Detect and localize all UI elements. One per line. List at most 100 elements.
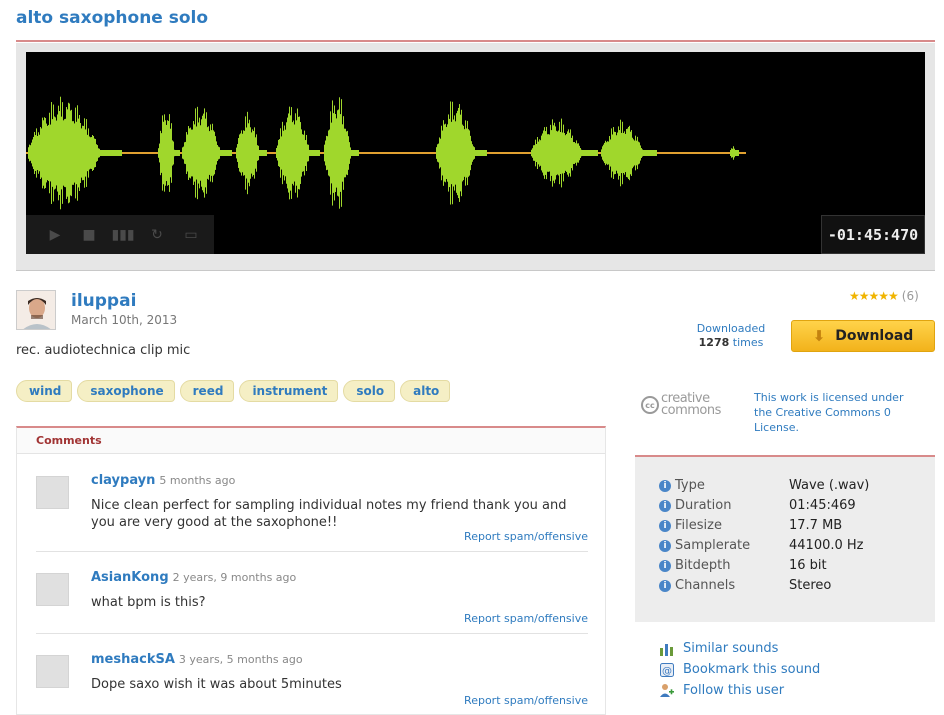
similar-sounds-label[interactable]: Similar sounds	[683, 641, 778, 656]
waveform-bar	[595, 150, 596, 156]
waveform-bar	[554, 122, 555, 184]
waveform-bar	[464, 129, 465, 177]
waveform-bar	[61, 116, 62, 190]
uploader-name[interactable]: iluppai	[71, 291, 136, 311]
waveform-bar	[308, 144, 309, 162]
downloaded-number: 1278	[698, 336, 730, 349]
tag-saxophone[interactable]: saxophone	[77, 380, 175, 402]
commenter-name[interactable]: claypayn 5 months ago	[91, 473, 235, 488]
license-text[interactable]: This work is licensed under the Creative…	[754, 390, 919, 435]
waveform-bar	[57, 114, 58, 192]
waveform-bar	[647, 150, 648, 156]
waveform-bar	[627, 128, 628, 178]
waveform-bar	[283, 130, 284, 176]
waveform-bar	[34, 131, 35, 175]
waveform-bar	[351, 150, 352, 156]
zoom-icon[interactable]: ▭	[174, 220, 208, 250]
waveform-bar	[588, 150, 589, 156]
info-row-bitdepth: i Bitdepth 16 bit	[659, 558, 827, 573]
waveform-bar	[443, 120, 444, 186]
waveform-bar	[118, 150, 119, 156]
waveform-bar	[298, 116, 299, 190]
waveform-bar	[200, 125, 201, 181]
tag-wind[interactable]: wind	[16, 380, 73, 402]
report-spam-link[interactable]: Report spam/offensive	[464, 530, 588, 543]
commenter-name[interactable]: AsianKong 2 years, 9 months ago	[91, 570, 296, 585]
rating-stars-icon[interactable]: ★★★★★	[849, 289, 899, 303]
waveform-bar	[642, 149, 643, 157]
waveform-bar	[589, 150, 590, 156]
commenter-avatar[interactable]	[36, 655, 69, 688]
rating[interactable]: ★★★★★ (6)	[849, 289, 919, 303]
bookmark-label[interactable]: Bookmark this sound	[683, 662, 820, 677]
spectrogram-icon[interactable]: ▮▮▮	[106, 220, 140, 250]
waveform-bar	[242, 133, 243, 173]
creative-commons-logo[interactable]: cc creative commons	[641, 392, 721, 417]
bookmark-link[interactable]: @ Bookmark this sound	[658, 659, 820, 680]
waveform-bar	[465, 120, 466, 186]
waveform-bar	[462, 124, 463, 182]
waveform-bar	[260, 150, 261, 156]
commenter-avatar[interactable]	[36, 476, 69, 509]
report-spam-link[interactable]: Report spam/offensive	[464, 694, 588, 707]
tag-instrument[interactable]: instrument	[239, 380, 339, 402]
waveform-bar	[557, 131, 558, 175]
follow-user-label[interactable]: Follow this user	[683, 683, 784, 698]
waveform-bar	[654, 150, 655, 156]
waveform-bar	[203, 113, 204, 193]
download-button-label: Download	[835, 328, 914, 344]
waveform-bar	[631, 130, 632, 176]
tag-reed[interactable]: reed	[179, 380, 235, 402]
waveform-bar	[266, 150, 267, 156]
waveform-bar	[178, 150, 179, 156]
waveform-bar	[220, 150, 221, 156]
tag-alto[interactable]: alto	[400, 380, 451, 402]
waveform-bar	[556, 130, 557, 176]
stop-icon[interactable]: ■	[72, 220, 106, 250]
waveform-bar	[224, 150, 225, 156]
commenter-avatar[interactable]	[36, 573, 69, 606]
waveform-bar	[478, 150, 479, 156]
waveform-bar	[329, 129, 330, 177]
waveform-bar	[532, 148, 533, 158]
waveform-bar	[358, 150, 359, 156]
follow-user-link[interactable]: Follow this user	[658, 680, 820, 701]
waveform-bar	[39, 134, 40, 172]
sound-actions: Similar sounds @ Bookmark this sound Fol…	[658, 638, 820, 701]
waveform-bar	[652, 150, 653, 156]
info-row-type: i Type Wave (.wav)	[659, 478, 869, 493]
waveform-bar	[604, 142, 605, 164]
waveform-bar	[174, 149, 175, 157]
waveform-bar	[619, 130, 620, 176]
tag-solo[interactable]: solo	[343, 380, 396, 402]
waveform-bar	[296, 120, 297, 186]
waveform-bar	[171, 123, 172, 183]
waveform-bar	[568, 129, 569, 177]
waveform-bar	[45, 118, 46, 188]
audio-player-frame: ▶ ■ ▮▮▮ ↻ ▭ -01:45:470	[16, 43, 935, 271]
waveform-bar	[250, 127, 251, 179]
waveform-bar	[94, 138, 95, 168]
report-spam-link[interactable]: Report spam/offensive	[464, 612, 588, 625]
waveform-bar	[485, 150, 486, 156]
play-icon[interactable]: ▶	[38, 220, 72, 250]
waveform-bar	[629, 125, 630, 181]
waveform-bar	[276, 148, 277, 158]
waveform-bar	[353, 150, 354, 156]
comment-divider	[36, 551, 588, 552]
download-button[interactable]: ⬇ Download	[791, 320, 935, 352]
waveform-bar	[167, 120, 168, 186]
user-avatar[interactable]	[16, 290, 56, 330]
similar-sounds-icon	[658, 641, 675, 656]
waveform-bar	[261, 150, 262, 156]
waveform-bar	[110, 150, 111, 156]
commenter-name[interactable]: meshackSA 3 years, 5 months ago	[91, 652, 303, 667]
waveform-bar	[76, 121, 77, 185]
waveform-bar	[315, 150, 316, 156]
waveform-bar	[90, 137, 91, 169]
waveform-player[interactable]: ▶ ■ ▮▮▮ ↻ ▭ -01:45:470	[26, 52, 925, 254]
similar-sounds-link[interactable]: Similar sounds	[658, 638, 820, 659]
waveform-bar	[444, 124, 445, 182]
waveform-bar	[653, 150, 654, 156]
loop-icon[interactable]: ↻	[140, 220, 174, 250]
